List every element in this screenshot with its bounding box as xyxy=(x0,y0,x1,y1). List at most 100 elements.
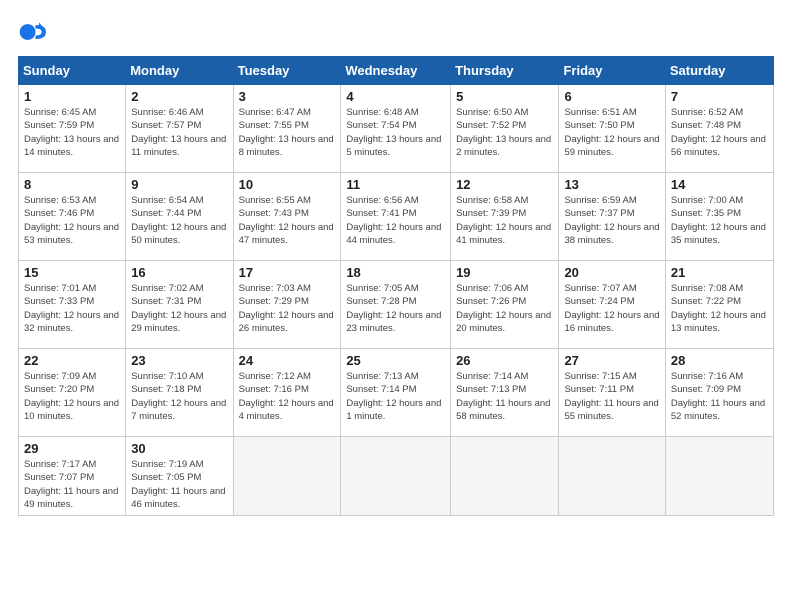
weekday-row: SundayMondayTuesdayWednesdayThursdayFrid… xyxy=(19,57,774,85)
day-info: Sunrise: 6:59 AMSunset: 7:37 PMDaylight:… xyxy=(564,194,659,247)
day-info: Sunrise: 7:00 AMSunset: 7:35 PMDaylight:… xyxy=(671,194,768,247)
header xyxy=(18,18,774,46)
day-number: 2 xyxy=(131,89,227,104)
weekday-header-thursday: Thursday xyxy=(451,57,559,85)
calendar-cell: 6 Sunrise: 6:51 AMSunset: 7:50 PMDaylight… xyxy=(559,85,665,173)
day-number: 21 xyxy=(671,265,768,280)
calendar-cell: 23 Sunrise: 7:10 AMSunset: 7:18 PMDayligh… xyxy=(126,349,233,437)
day-info: Sunrise: 7:14 AMSunset: 7:13 PMDaylight:… xyxy=(456,370,553,423)
weekday-header-sunday: Sunday xyxy=(19,57,126,85)
weekday-header-wednesday: Wednesday xyxy=(341,57,451,85)
calendar-cell: 25Sunrise: 7:13 AMSunset: 7:14 PMDayligh… xyxy=(341,349,451,437)
day-info: Sunrise: 6:45 AMSunset: 7:59 PMDaylight:… xyxy=(24,106,120,159)
calendar-cell: 22 Sunrise: 7:09 AMSunset: 7:20 PMDayligh… xyxy=(19,349,126,437)
day-number: 1 xyxy=(24,89,120,104)
calendar-cell: 4 Sunrise: 6:48 AMSunset: 7:54 PMDaylight… xyxy=(341,85,451,173)
calendar-body: 1 Sunrise: 6:45 AMSunset: 7:59 PMDaylight… xyxy=(19,85,774,516)
day-info: Sunrise: 7:06 AMSunset: 7:26 PMDaylight:… xyxy=(456,282,553,335)
calendar-week-row: 29 Sunrise: 7:17 AMSunset: 7:07 PMDayligh… xyxy=(19,437,774,516)
day-number: 23 xyxy=(131,353,227,368)
calendar-cell xyxy=(559,437,665,516)
weekday-header-monday: Monday xyxy=(126,57,233,85)
day-info: Sunrise: 7:02 AMSunset: 7:31 PMDaylight:… xyxy=(131,282,227,335)
calendar-cell xyxy=(341,437,451,516)
day-info: Sunrise: 6:51 AMSunset: 7:50 PMDaylight:… xyxy=(564,106,659,159)
calendar-cell: 7 Sunrise: 6:52 AMSunset: 7:48 PMDaylight… xyxy=(665,85,773,173)
calendar-cell: 16 Sunrise: 7:02 AMSunset: 7:31 PMDayligh… xyxy=(126,261,233,349)
calendar-week-row: 8 Sunrise: 6:53 AMSunset: 7:46 PMDaylight… xyxy=(19,173,774,261)
calendar-cell: 11 Sunrise: 6:56 AMSunset: 7:41 PMDayligh… xyxy=(341,173,451,261)
calendar-cell: 19 Sunrise: 7:06 AMSunset: 7:26 PMDayligh… xyxy=(451,261,559,349)
day-info: Sunrise: 7:12 AMSunset: 7:16 PMDaylight:… xyxy=(239,370,336,423)
calendar-cell: 24 Sunrise: 7:12 AMSunset: 7:16 PMDayligh… xyxy=(233,349,341,437)
day-info: Sunrise: 6:47 AMSunset: 7:55 PMDaylight:… xyxy=(239,106,336,159)
day-number: 11 xyxy=(346,177,445,192)
day-number: 8 xyxy=(24,177,120,192)
calendar-cell: 27Sunrise: 7:15 AMSunset: 7:11 PMDayligh… xyxy=(559,349,665,437)
calendar-cell: 20 Sunrise: 7:07 AMSunset: 7:24 PMDayligh… xyxy=(559,261,665,349)
day-info: Sunrise: 7:01 AMSunset: 7:33 PMDaylight:… xyxy=(24,282,120,335)
day-number: 4 xyxy=(346,89,445,104)
calendar-cell: 3 Sunrise: 6:47 AMSunset: 7:55 PMDaylight… xyxy=(233,85,341,173)
day-number: 18 xyxy=(346,265,445,280)
day-number: 24 xyxy=(239,353,336,368)
day-number: 26 xyxy=(456,353,553,368)
day-number: 14 xyxy=(671,177,768,192)
calendar-cell: 17Sunrise: 7:03 AMSunset: 7:29 PMDayligh… xyxy=(233,261,341,349)
day-number: 16 xyxy=(131,265,227,280)
day-info: Sunrise: 7:07 AMSunset: 7:24 PMDaylight:… xyxy=(564,282,659,335)
day-number: 13 xyxy=(564,177,659,192)
day-info: Sunrise: 6:53 AMSunset: 7:46 PMDaylight:… xyxy=(24,194,120,247)
day-info: Sunrise: 7:09 AMSunset: 7:20 PMDaylight:… xyxy=(24,370,120,423)
calendar-cell: 5 Sunrise: 6:50 AMSunset: 7:52 PMDaylight… xyxy=(451,85,559,173)
day-info: Sunrise: 6:55 AMSunset: 7:43 PMDaylight:… xyxy=(239,194,336,247)
calendar-week-row: 1 Sunrise: 6:45 AMSunset: 7:59 PMDaylight… xyxy=(19,85,774,173)
page: SundayMondayTuesdayWednesdayThursdayFrid… xyxy=(0,0,792,612)
day-info: Sunrise: 7:19 AMSunset: 7:05 PMDaylight:… xyxy=(131,458,227,511)
day-info: Sunrise: 7:10 AMSunset: 7:18 PMDaylight:… xyxy=(131,370,227,423)
day-number: 17 xyxy=(239,265,336,280)
day-info: Sunrise: 6:58 AMSunset: 7:39 PMDaylight:… xyxy=(456,194,553,247)
calendar-cell: 9Sunrise: 6:54 AMSunset: 7:44 PMDaylight… xyxy=(126,173,233,261)
day-number: 29 xyxy=(24,441,120,456)
day-info: Sunrise: 7:16 AMSunset: 7:09 PMDaylight:… xyxy=(671,370,768,423)
calendar-cell: 15 Sunrise: 7:01 AMSunset: 7:33 PMDayligh… xyxy=(19,261,126,349)
day-info: Sunrise: 6:50 AMSunset: 7:52 PMDaylight:… xyxy=(456,106,553,159)
weekday-header-friday: Friday xyxy=(559,57,665,85)
day-info: Sunrise: 6:52 AMSunset: 7:48 PMDaylight:… xyxy=(671,106,768,159)
day-number: 22 xyxy=(24,353,120,368)
day-info: Sunrise: 7:17 AMSunset: 7:07 PMDaylight:… xyxy=(24,458,120,511)
logo xyxy=(18,18,50,46)
day-number: 15 xyxy=(24,265,120,280)
day-info: Sunrise: 6:56 AMSunset: 7:41 PMDaylight:… xyxy=(346,194,445,247)
day-number: 6 xyxy=(564,89,659,104)
calendar-cell: 29 Sunrise: 7:17 AMSunset: 7:07 PMDayligh… xyxy=(19,437,126,516)
day-info: Sunrise: 7:13 AMSunset: 7:14 PMDaylight:… xyxy=(346,370,445,423)
weekday-header-saturday: Saturday xyxy=(665,57,773,85)
day-number: 30 xyxy=(131,441,227,456)
calendar-cell: 1 Sunrise: 6:45 AMSunset: 7:59 PMDaylight… xyxy=(19,85,126,173)
calendar-cell: 14 Sunrise: 7:00 AMSunset: 7:35 PMDayligh… xyxy=(665,173,773,261)
calendar-cell: 30 Sunrise: 7:19 AMSunset: 7:05 PMDayligh… xyxy=(126,437,233,516)
day-number: 7 xyxy=(671,89,768,104)
day-number: 12 xyxy=(456,177,553,192)
day-number: 5 xyxy=(456,89,553,104)
calendar-week-row: 15 Sunrise: 7:01 AMSunset: 7:33 PMDayligh… xyxy=(19,261,774,349)
calendar-cell xyxy=(451,437,559,516)
day-info: Sunrise: 7:05 AMSunset: 7:28 PMDaylight:… xyxy=(346,282,445,335)
day-number: 19 xyxy=(456,265,553,280)
day-info: Sunrise: 6:48 AMSunset: 7:54 PMDaylight:… xyxy=(346,106,445,159)
day-number: 3 xyxy=(239,89,336,104)
calendar-table: SundayMondayTuesdayWednesdayThursdayFrid… xyxy=(18,56,774,516)
logo-icon xyxy=(18,18,46,46)
calendar-cell: 13 Sunrise: 6:59 AMSunset: 7:37 PMDayligh… xyxy=(559,173,665,261)
day-number: 10 xyxy=(239,177,336,192)
weekday-header-tuesday: Tuesday xyxy=(233,57,341,85)
calendar-cell: 28 Sunrise: 7:16 AMSunset: 7:09 PMDayligh… xyxy=(665,349,773,437)
day-number: 28 xyxy=(671,353,768,368)
calendar-cell: 8 Sunrise: 6:53 AMSunset: 7:46 PMDaylight… xyxy=(19,173,126,261)
day-number: 27 xyxy=(564,353,659,368)
calendar-cell xyxy=(665,437,773,516)
day-number: 20 xyxy=(564,265,659,280)
calendar-cell: 26 Sunrise: 7:14 AMSunset: 7:13 PMDayligh… xyxy=(451,349,559,437)
